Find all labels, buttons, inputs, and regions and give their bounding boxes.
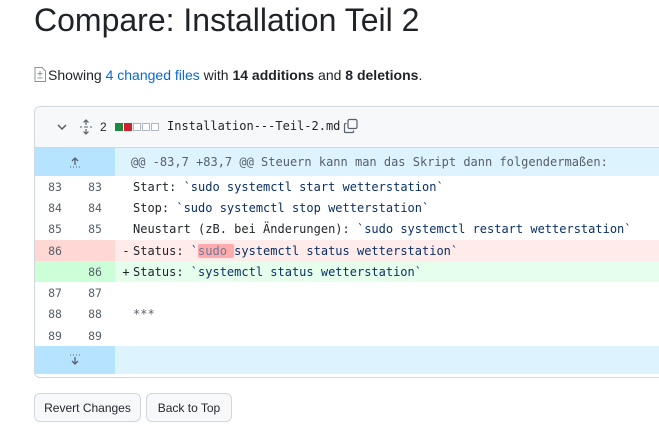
file-diff: 2 Installation---Teil-2.md @@ -83,7 +83,… — [34, 106, 659, 378]
new-line-number[interactable]: 89 — [75, 325, 115, 346]
line-text: Status: — [133, 264, 191, 279]
line-code: Stop: `sudo systemctl stop wetterstation… — [115, 197, 659, 218]
line-code-span: ` — [190, 243, 199, 258]
line-code-span: `sudo systemctl start wetterstation` — [183, 179, 444, 194]
line-code: *** — [115, 304, 659, 325]
new-line-number[interactable]: 83 — [75, 176, 115, 197]
expand-down-button[interactable] — [35, 346, 115, 375]
file-diff-icon — [34, 66, 46, 82]
diffstat-add-block — [115, 123, 123, 131]
old-line-number[interactable]: 83 — [35, 176, 75, 197]
line-sign: + — [122, 264, 130, 279]
line-text: Stop: — [133, 200, 177, 215]
changed-files-link[interactable]: 4 changed files — [106, 67, 200, 83]
line-code — [115, 325, 659, 346]
diff-summary: Showing 4 changed files with 14 addition… — [34, 66, 423, 83]
line-code — [115, 282, 659, 303]
hunk-footer-spacer — [115, 346, 659, 374]
diffstat-neutral-block — [142, 123, 150, 131]
diff-line: 85 85 Neustart (zB. bei Änderungen): `su… — [35, 219, 659, 240]
unfold-icon[interactable] — [79, 119, 93, 135]
diffstat-bar — [115, 123, 159, 131]
diff-line: 83 83 Start: `sudo systemctl start wette… — [35, 176, 659, 197]
page-title: Compare: Installation Teil 2 — [34, 2, 420, 38]
line-sign: - — [122, 243, 130, 258]
old-line-number[interactable]: 85 — [35, 219, 75, 240]
summary-period: . — [418, 67, 423, 83]
old-line-number[interactable]: 89 — [35, 325, 75, 346]
old-line-number[interactable]: 86 — [35, 239, 75, 262]
line-text: Start: — [133, 179, 184, 194]
expand-up-icon — [70, 157, 80, 168]
line-sign — [119, 180, 133, 194]
line-code: Neustart (zB. bei Änderungen): `sudo sys… — [115, 219, 659, 240]
new-line-number[interactable]: 86 — [75, 261, 115, 283]
line-sign — [119, 329, 133, 343]
line-code: - Status: ` sudo systemctl status wetterst… — [115, 239, 659, 262]
line-code: + Status: `systemctl status wetterstation… — [115, 261, 659, 283]
expand-up-button[interactable] — [35, 148, 115, 176]
back-to-top-button[interactable]: Back to Top — [146, 393, 232, 422]
hunk-footer-row — [35, 346, 659, 375]
line-code-span: systemctl status wetterstation` — [234, 243, 459, 258]
expand-down-icon — [70, 354, 80, 366]
changes-count: 2 — [100, 120, 107, 134]
diff-line: 89 89 — [35, 325, 659, 346]
diffstat-neutral-block — [151, 123, 159, 131]
line-text: Neustart (zB. bei Änderungen): — [133, 222, 357, 237]
deletions-count: 8 deletions — [345, 67, 419, 83]
summary-and: and — [318, 67, 342, 83]
old-line-number[interactable]: 87 — [35, 282, 75, 303]
new-line-number[interactable]: 87 — [75, 282, 115, 303]
old-line-number[interactable]: 84 — [35, 197, 75, 218]
additions-count: 14 additions — [232, 67, 315, 83]
new-line-number[interactable] — [75, 239, 115, 262]
hunk-header-row: @@ -83,7 +83,7 @@ Steuern kann man das S… — [35, 148, 659, 176]
line-sign — [119, 201, 133, 215]
line-text: Status: — [133, 243, 191, 258]
diff-line: 84 84 Stop: `sudo systemctl stop wetters… — [35, 197, 659, 218]
new-line-number[interactable]: 88 — [75, 304, 115, 325]
copy-icon[interactable] — [343, 118, 359, 134]
line-code-span: `systemctl status wetterstation` — [190, 264, 422, 279]
line-code-span: `sudo systemctl stop wetterstation` — [176, 200, 430, 215]
old-line-number[interactable] — [35, 261, 75, 283]
added-line: 86 + Status: `systemctl status wetterstat… — [35, 261, 659, 283]
line-code: Start: `sudo systemctl start wetterstati… — [115, 176, 659, 197]
revert-changes-button[interactable]: Revert Changes — [34, 393, 141, 422]
file-header: 2 Installation---Teil-2.md — [35, 107, 659, 148]
file-name[interactable]: Installation---Teil-2.md — [167, 119, 340, 133]
new-line-number[interactable]: 85 — [75, 219, 115, 240]
line-text: *** — [133, 307, 155, 322]
summary-showing: Showing — [48, 67, 102, 83]
diffstat-neutral-block — [133, 123, 141, 131]
summary-with: with — [203, 67, 229, 83]
line-sign — [119, 307, 133, 321]
line-sign — [119, 222, 133, 236]
deleted-line: 86 - Status: ` sudo systemctl status wette… — [35, 239, 659, 262]
old-line-number[interactable]: 88 — [35, 304, 75, 325]
deleted-word-highlight: sudo — [198, 243, 235, 258]
diffstat-del-block — [124, 123, 132, 131]
line-sign — [119, 286, 133, 300]
line-code-span: `sudo systemctl restart wetterstation` — [356, 222, 632, 237]
chevron-down-icon[interactable] — [55, 120, 69, 134]
diff-line: 88 88 *** — [35, 304, 659, 325]
new-line-number[interactable]: 84 — [75, 197, 115, 218]
hunk-header-text: @@ -83,7 +83,7 @@ Steuern kann man das S… — [131, 155, 608, 169]
diff-line: 87 87 — [35, 282, 659, 303]
